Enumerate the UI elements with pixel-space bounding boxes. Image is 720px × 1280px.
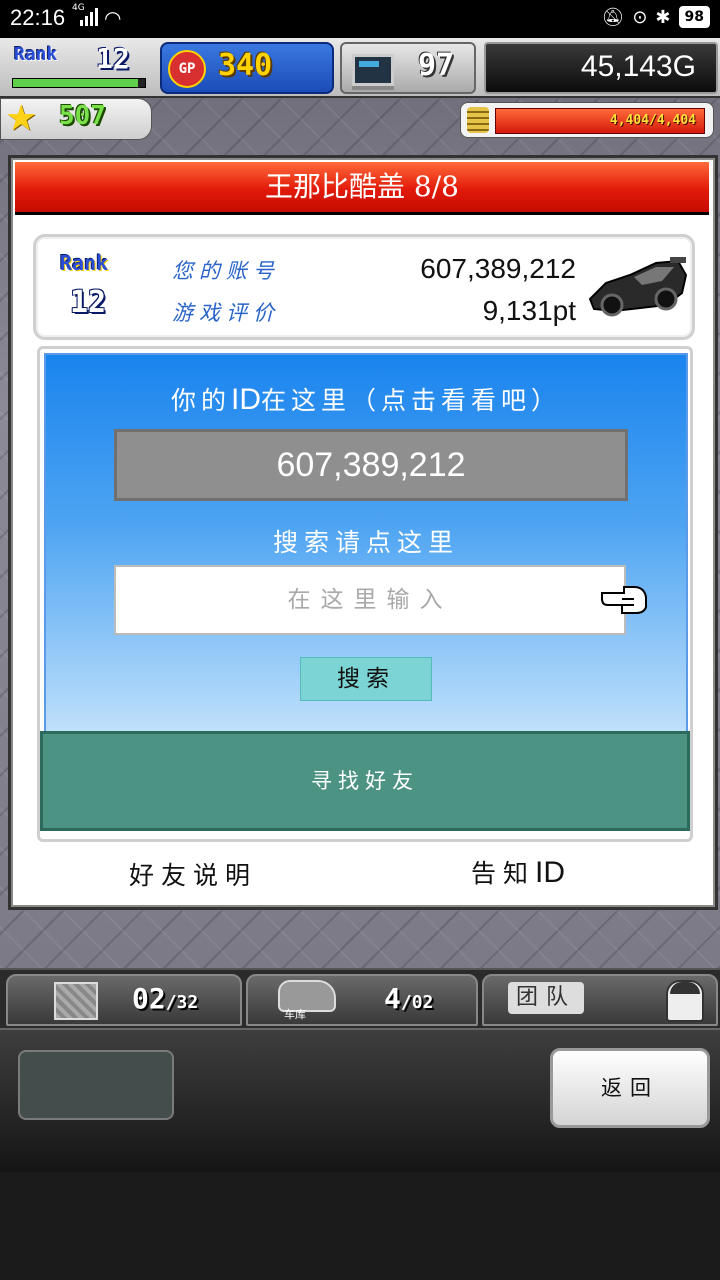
rank-number: 12 — [96, 42, 130, 75]
account-label: 您的账号 — [172, 259, 280, 283]
search-button[interactable]: 搜索 — [300, 657, 432, 701]
pointing-hand-icon — [601, 586, 647, 614]
id-heading: 你的ID在这里（点击看看吧） — [46, 381, 686, 417]
avatar-icon — [666, 980, 704, 1022]
player-id-box[interactable]: 607,389,212 — [114, 429, 628, 501]
research-value: 97 — [418, 48, 455, 83]
gp-icon: GP — [168, 50, 206, 88]
garage-current: 4 — [384, 982, 401, 1015]
status-time: 22:16 — [10, 5, 66, 30]
mute-icon: 🔕︎ — [601, 6, 625, 28]
tab-parts[interactable]: 02/32 — [6, 974, 242, 1026]
friend-dialog: 王那比酷盖 8/8 Rank 12 您的账号 607,389,212 游戏评价 … — [11, 158, 715, 907]
race-car-icon — [588, 257, 688, 317]
garage-max: /02 — [400, 992, 434, 1013]
player-rank[interactable]: Rank 12 — [8, 42, 148, 90]
profile-rank-number: 12 — [70, 285, 107, 320]
fan-stars[interactable]: ★ 507 — [0, 98, 152, 140]
friend-help-button[interactable]: 好友说明 — [129, 856, 257, 892]
rank-progress-bar — [12, 78, 146, 88]
star-icon: ★ — [5, 98, 38, 139]
back-button[interactable]: 返回 — [550, 1048, 710, 1128]
energy-bar: 4,404/4,404 — [495, 108, 705, 134]
notify-id-button[interactable]: 告知ID — [471, 854, 565, 890]
computer-icon — [352, 54, 394, 86]
top-hud: Rank 12 GP 340 97 45,143G — [0, 38, 720, 98]
tab-team[interactable]: 团队 — [482, 974, 718, 1026]
crate-count: 02/32 — [132, 982, 198, 1015]
team-label: 团队 — [508, 982, 585, 1014]
gp-counter[interactable]: GP 340 — [160, 42, 334, 94]
energy-meter[interactable]: 4,404/4,404 — [460, 102, 714, 138]
profile-card: Rank 12 您的账号 607,389,212 游戏评价 9,131pt — [33, 234, 695, 340]
gold-counter[interactable]: 45,143G — [484, 42, 718, 94]
bottom-panel: 返回 — [0, 1028, 720, 1172]
bluetooth-icon: ✱ — [655, 6, 671, 28]
search-area: 你的ID在这里（点击看看吧） 607,389,212 搜索请点这里 在这里输入 … — [44, 353, 688, 733]
garage-count: 4/02 — [384, 982, 433, 1015]
profile-rank-label: Rank — [60, 251, 109, 275]
energy-text: 4,404/4,404 — [609, 113, 696, 128]
notify-id-label: ID — [535, 856, 566, 889]
status-icons: 🔕︎ ⊙ ✱ 98 — [601, 6, 710, 28]
id-heading-prefix: 你的 — [170, 386, 231, 415]
status-bar: 22:16 4G ◠ 🔕︎ ⊙ ✱ 98 — [0, 0, 720, 38]
crate-max: /32 — [165, 992, 199, 1013]
wifi-icon: ◠ — [104, 6, 122, 30]
rating-value: 9,131pt — [482, 295, 576, 326]
battery-indicator: 98 — [678, 6, 710, 28]
empty-slot — [18, 1050, 174, 1120]
notify-id-prefix: 告知 — [471, 859, 536, 888]
id-heading-id: ID — [231, 383, 261, 416]
rank-progress-fill — [13, 79, 139, 87]
search-panel: 你的ID在这里（点击看看吧） 607,389,212 搜索请点这里 在这里输入 … — [37, 346, 693, 842]
crate-current: 02 — [132, 982, 166, 1015]
research-counter[interactable]: 97 — [340, 42, 476, 94]
gp-value: 340 — [218, 48, 273, 83]
signal-icon — [80, 8, 98, 26]
star-value: 507 — [59, 101, 106, 131]
rating-label: 游戏评价 — [172, 301, 280, 325]
coin-stack-icon — [467, 107, 489, 133]
tab-garage[interactable]: 车库 4/02 — [246, 974, 478, 1026]
lock-rotation-icon: ⊙ — [632, 6, 648, 28]
crate-icon — [54, 982, 98, 1020]
friend-id-input[interactable]: 在这里输入 — [114, 565, 626, 635]
search-heading: 搜索请点这里 — [272, 528, 459, 557]
dialog-title: 王那比酷盖 8/8 — [15, 162, 709, 215]
account-value: 607,389,212 — [420, 253, 576, 284]
find-friend-button[interactable]: 寻找好友 — [40, 731, 690, 831]
rank-label: Rank — [14, 44, 58, 65]
bottom-tabs: 02/32 车库 4/02 团队 — [0, 968, 720, 1028]
garage-label: 车库 — [284, 1008, 306, 1021]
gold-value: 45,143G — [580, 50, 696, 83]
id-heading-suffix: 在这里（点击看看吧） — [261, 386, 562, 415]
